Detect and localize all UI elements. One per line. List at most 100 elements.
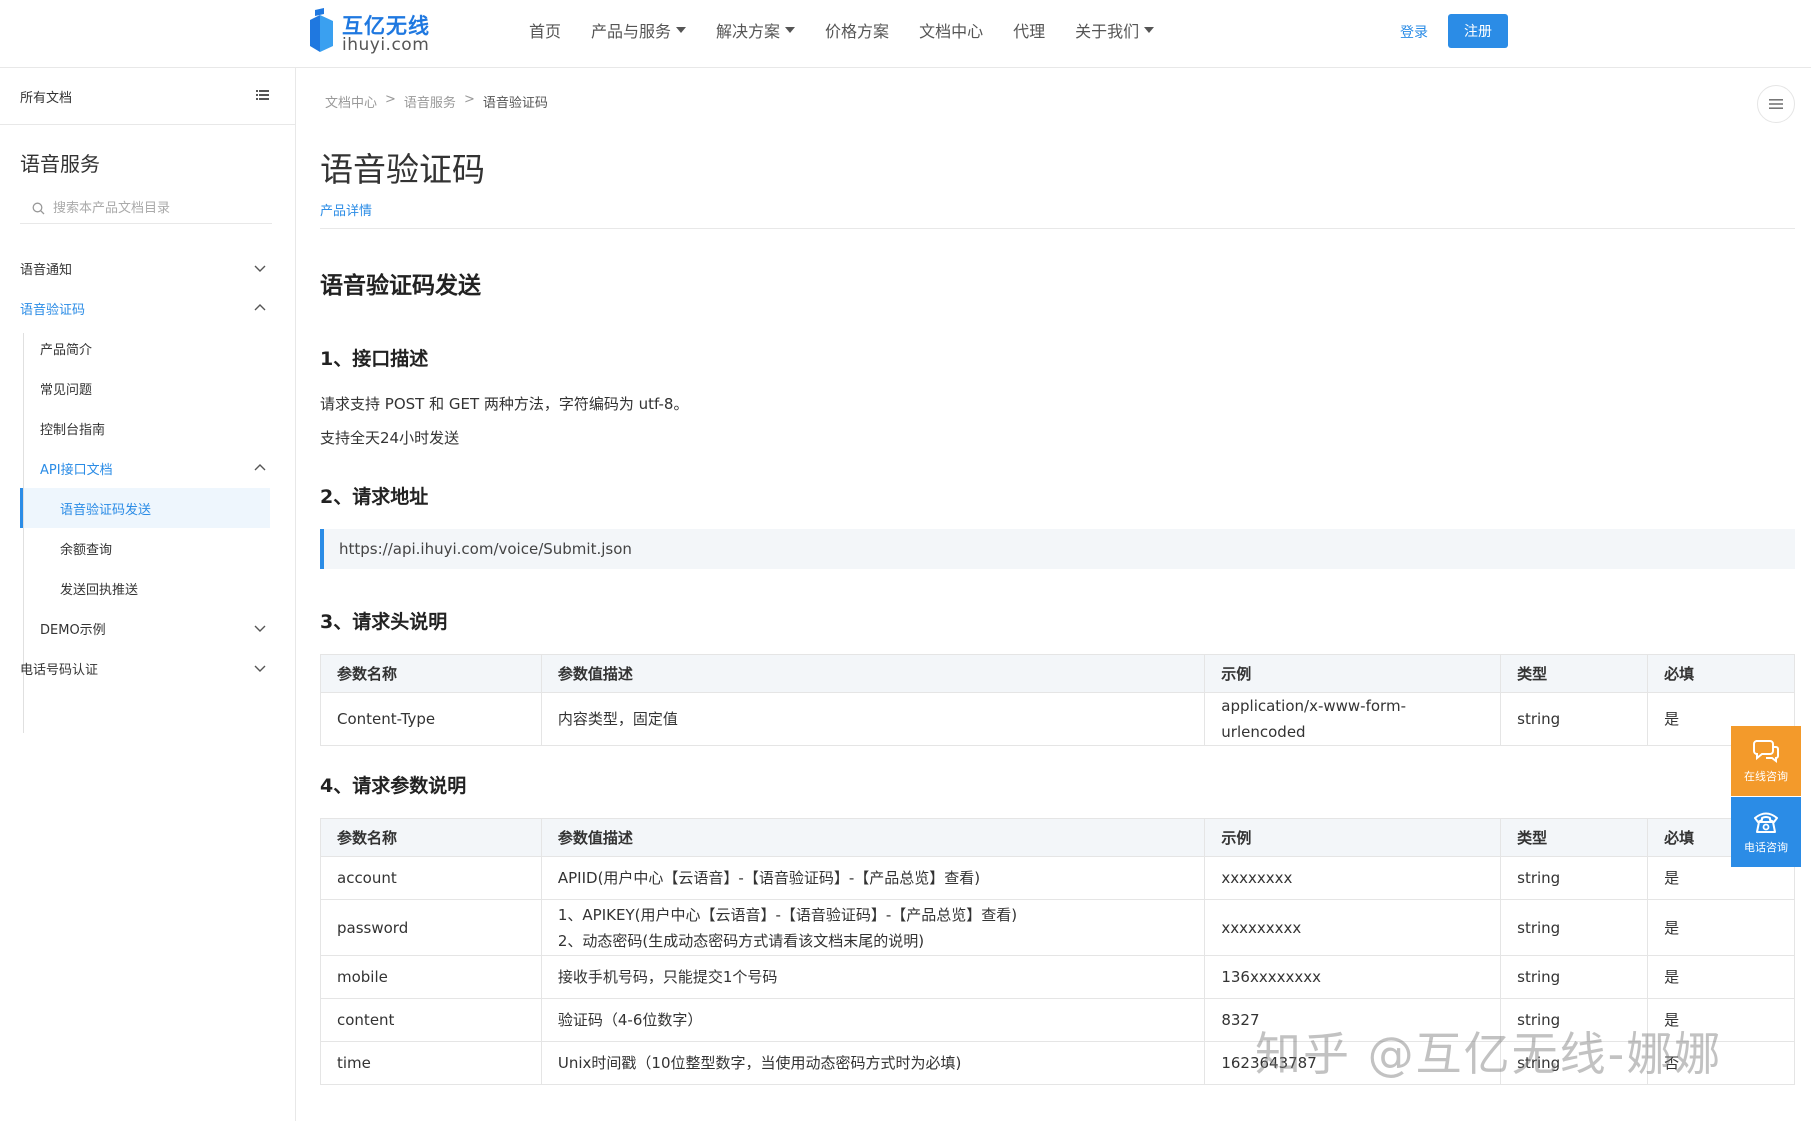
nav-products[interactable]: 产品与服务: [591, 18, 687, 42]
sidebar-header: 所有文档: [0, 68, 295, 125]
sidebar-item-console-guide[interactable]: 控制台指南: [40, 408, 270, 448]
breadcrumb-separator: >: [385, 92, 396, 107]
sidebar-item-send-voice-code[interactable]: 语音验证码发送: [60, 488, 270, 528]
table-cell: xxxxxxxx: [1204, 856, 1502, 900]
heading-request-headers: 3、请求头说明: [320, 611, 448, 633]
sidebar-item-voice-code[interactable]: 语音验证码: [20, 288, 270, 328]
register-button[interactable]: 注册: [1448, 14, 1508, 48]
table-header-row: 参数名称 参数值描述 示例 类型 必填: [320, 818, 1795, 857]
sidebar-item-balance-query[interactable]: 余额查询: [60, 528, 270, 568]
sidebar-item-faq[interactable]: 常见问题: [40, 368, 270, 408]
all-docs-link[interactable]: 所有文档: [20, 87, 72, 106]
sidebar-item-receipt-push[interactable]: 发送回执推送: [60, 568, 270, 608]
nav-agent[interactable]: 代理: [1013, 18, 1045, 42]
sidebar-item-label: 控制台指南: [40, 422, 106, 438]
breadcrumb-current: 语音验证码: [482, 96, 548, 111]
nav-pricing[interactable]: 价格方案: [825, 18, 889, 42]
request-url-box: https://api.ihuyi.com/voice/Submit.json: [320, 529, 1795, 569]
breadcrumb-docs[interactable]: 文档中心: [325, 92, 377, 111]
chat-bubble-icon: [1753, 740, 1779, 763]
table-cell: password: [320, 899, 542, 956]
column-header: 参数值描述: [540, 654, 1206, 693]
caret-down-icon: [1144, 27, 1155, 33]
product-detail-link[interactable]: 产品详情: [320, 200, 372, 219]
table-cell: 136xxxxxxxx: [1204, 955, 1502, 999]
nav-docs[interactable]: 文档中心: [919, 18, 983, 42]
nav-about[interactable]: 关于我们: [1075, 18, 1155, 42]
cell-line: 2、动态密码(生成动态密码方式请看该文档末尾的说明): [557, 931, 925, 950]
sidebar-item-label: 余额查询: [60, 542, 113, 558]
table-header-row: 参数名称 参数值描述 示例 类型 必填: [320, 654, 1795, 693]
sidebar-item-voice-notice[interactable]: 语音通知: [20, 248, 270, 288]
interface-desc-line: 请求支持 POST 和 GET 两种方法，字符编码为 utf-8。: [320, 395, 689, 413]
top-navbar: 互亿无线 ihuyi.com 首页 产品与服务 解决方案 价格方案 文档中心 代…: [0, 0, 1811, 68]
title-divider: [320, 228, 1795, 229]
table-cell: 是: [1647, 955, 1795, 999]
breadcrumb: 文档中心 > 语音服务 > 语音验证码: [325, 92, 548, 111]
table-cell: mobile: [320, 955, 542, 999]
table-cell: account: [320, 856, 542, 900]
breadcrumb-voice-service[interactable]: 语音服务: [404, 92, 456, 111]
sidebar-item-label: API接口文档: [40, 462, 113, 478]
chevron-down-icon: [254, 625, 266, 632]
table-cell: 1、APIKEY(用户中心【云语音】-【语音验证码】-【产品总览】查看) 2、动…: [540, 899, 1206, 956]
section-title: 语音验证码发送: [320, 273, 481, 299]
nav-solutions[interactable]: 解决方案: [716, 18, 796, 42]
brand-name-en: ihuyi.com: [342, 35, 430, 55]
phone-consult-label: 电话咨询: [1744, 841, 1788, 854]
doc-sidebar: 所有文档 语音服务 语音通知 语音验证码 产品简介 常见问题 控制台指南 API…: [0, 68, 296, 1121]
sidebar-item-demo[interactable]: DEMO示例: [40, 608, 270, 648]
table-cell: application/x-www-form-urlencoded: [1204, 692, 1502, 746]
table-cell: 接收手机号码，只能提交1个号码: [540, 955, 1206, 999]
telephone-icon: [1754, 812, 1778, 833]
sidebar-item-api-docs[interactable]: API接口文档: [40, 448, 270, 488]
brand-logo[interactable]: 互亿无线 ihuyi.com: [306, 8, 436, 56]
nav-label: 关于我们: [1075, 22, 1140, 41]
watermark-text: 知乎 @互亿无线-娜娜: [1255, 1027, 1723, 1081]
chevron-down-icon: [254, 265, 266, 272]
sidebar-item-product-intro[interactable]: 产品简介: [40, 328, 270, 368]
table-cell: 是: [1647, 899, 1795, 956]
sidebar-item-phone-auth[interactable]: 电话号码认证: [20, 648, 270, 688]
page-title: 语音验证码: [320, 150, 485, 189]
nav-home[interactable]: 首页: [529, 18, 561, 42]
chevron-up-icon: [254, 304, 266, 311]
nav-label: 解决方案: [716, 22, 781, 41]
nav-label: 文档中心: [919, 22, 984, 41]
sidebar-search-input[interactable]: [51, 200, 251, 217]
sidebar-item-label: 产品简介: [40, 342, 93, 358]
main-nav: 首页 产品与服务 解决方案 价格方案 文档中心 代理 关于我们: [529, 18, 1184, 42]
table-cell: APIID(用户中心【云语音】-【语音验证码】-【产品总览】查看): [540, 856, 1206, 900]
table-cell: time: [320, 1041, 542, 1085]
nav-label: 代理: [1013, 22, 1046, 41]
phone-consult-button[interactable]: 电话咨询: [1731, 797, 1801, 867]
table-cell: 内容类型，固定值: [540, 692, 1206, 746]
table-cell: string: [1500, 899, 1649, 956]
chevron-up-icon: [254, 464, 266, 471]
request-url: https://api.ihuyi.com/voice/Submit.json: [339, 540, 632, 558]
column-header: 类型: [1500, 654, 1649, 693]
search-icon: [32, 202, 45, 215]
sidebar-title: 语音服务: [20, 152, 100, 176]
table-cell: Content-Type: [320, 692, 542, 746]
online-consult-button[interactable]: 在线咨询: [1731, 726, 1801, 796]
logo-cube-icon: [310, 8, 333, 52]
chevron-down-icon: [254, 665, 266, 672]
toc-toggle-button[interactable]: [1757, 85, 1795, 123]
table-cell: string: [1500, 955, 1649, 999]
table-cell: xxxxxxxxx: [1204, 899, 1502, 956]
caret-down-icon: [676, 27, 687, 33]
login-link[interactable]: 登录: [1400, 22, 1428, 42]
table-row: mobile 接收手机号码，只能提交1个号码 136xxxxxxxx strin…: [320, 955, 1795, 999]
sidebar-item-label: 语音验证码: [20, 302, 86, 318]
nav-label: 产品与服务: [591, 22, 672, 41]
doc-content: 文档中心 > 语音服务 > 语音验证码 语音验证码 产品详情 语音验证码发送 1…: [320, 68, 1795, 1121]
sidebar-search: [20, 194, 272, 224]
breadcrumb-separator: >: [463, 92, 475, 107]
table-cell: string: [1500, 856, 1649, 900]
list-icon[interactable]: [256, 89, 269, 101]
sidebar-item-label: DEMO示例: [40, 622, 106, 638]
heading-request-params: 4、请求参数说明: [320, 775, 467, 797]
interface-desc-line: 支持全天24小时发送: [320, 429, 460, 447]
nav-label: 价格方案: [825, 22, 890, 41]
